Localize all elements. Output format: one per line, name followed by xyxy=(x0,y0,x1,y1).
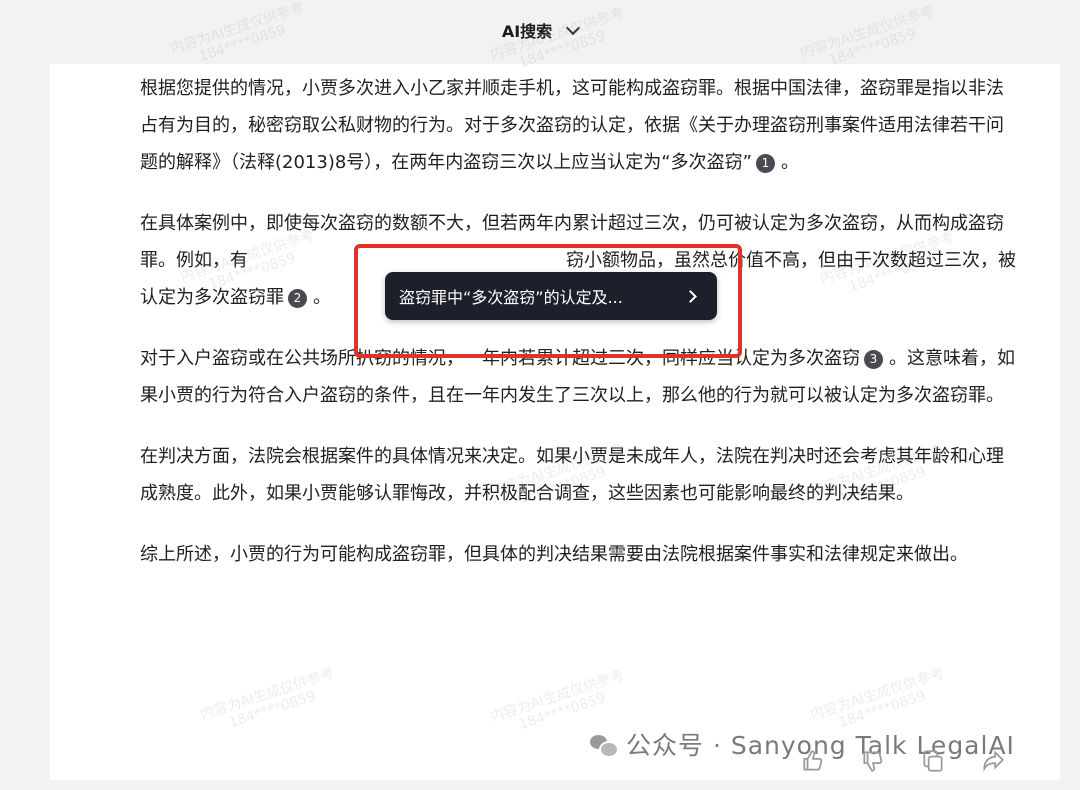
chevron-down-icon[interactable] xyxy=(566,20,581,35)
thumbs-down-icon[interactable] xyxy=(860,748,886,774)
highlight-box xyxy=(354,244,742,358)
paragraph-text: 。 xyxy=(313,287,331,308)
paragraph-text: 根据您提供的情况，小贾多次进入小乙家并顺走手机，这可能构成盗窃罪。根据中国法律，… xyxy=(140,78,1004,173)
answer-actions xyxy=(800,748,1006,774)
citation-badge[interactable]: 3 xyxy=(864,350,883,369)
citation-badge[interactable]: 2 xyxy=(288,289,307,308)
paragraph-text: 。 xyxy=(780,152,799,173)
answer-paragraph: 在判决方面，法院会根据案件的具体情况来决定。如果小贾是未成年人，法院在判决时还会… xyxy=(140,446,1004,504)
copy-icon[interactable] xyxy=(920,748,946,774)
answer-paragraph: 根据您提供的情况，小贾多次进入小乙家并顺走手机，这可能构成盗窃罪。根据中国法律，… xyxy=(140,70,1018,181)
citation-badge[interactable]: 1 xyxy=(755,154,775,173)
answer-paragraph: 综上所述，小贾的行为可能构成盗窃罪，但具体的判决结果需要由法院根据案件事实和法律… xyxy=(140,544,968,565)
header-title: AI搜索 xyxy=(501,22,553,41)
wechat-icon xyxy=(590,733,619,758)
share-icon[interactable] xyxy=(980,748,1006,774)
search-mode-header[interactable]: AI搜索 xyxy=(0,14,1080,46)
thumbs-up-icon[interactable] xyxy=(800,748,826,774)
